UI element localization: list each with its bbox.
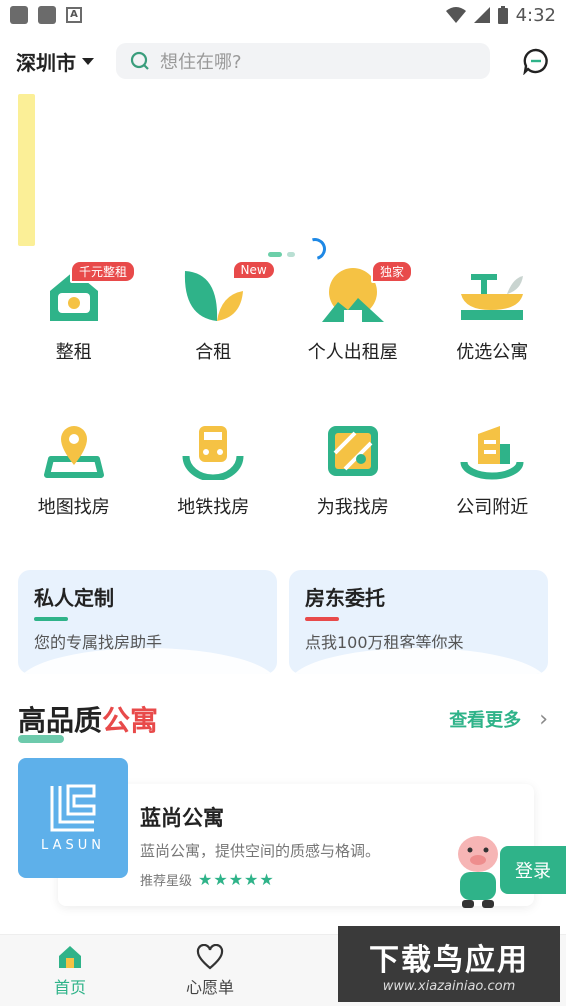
notification-a-icon: A [66, 7, 82, 23]
bowl-icon [457, 264, 527, 328]
tab-label: 心愿单 [185, 977, 234, 997]
banner-carousel[interactable] [0, 92, 566, 265]
subway-icon [178, 419, 248, 483]
notification-icon [10, 6, 28, 24]
section-title-b: 公寓 [102, 704, 159, 737]
clock: 4:32 [515, 4, 556, 26]
home-icon [59, 945, 81, 968]
badge: 独家 [371, 260, 414, 283]
lasun-logo-icon [50, 784, 96, 831]
map-icon [318, 419, 388, 483]
logo-text: LASUN [41, 837, 105, 853]
grid-item-shared-rent[interactable]: New 合租 [144, 260, 284, 415]
see-more-label: 查看更多 [449, 710, 522, 731]
section-title: 高品质公寓 [18, 699, 159, 743]
carousel-dot [268, 252, 282, 257]
status-right: 4:32 [445, 4, 556, 26]
chevron-right-icon: › [539, 706, 548, 732]
battery-icon [497, 6, 508, 24]
grid-item-label: 整租 [55, 342, 92, 363]
apartment-list: LASUN 蓝尚公寓 蓝尚公寓，提供空间的质感与格调。 推荐星级 ★★★★★ 登… [0, 758, 566, 908]
grid-item-whole-rent[interactable]: 千元整租 整租 [4, 260, 144, 415]
grid-item-label: 合租 [195, 342, 232, 363]
watermark-title: 下载鸟应用 [369, 942, 529, 978]
badge: 千元整租 [70, 260, 137, 283]
tab-label: 首页 [53, 977, 86, 997]
see-more-link[interactable]: 查看更多 › [449, 706, 548, 732]
grid-item-find-for-me[interactable]: 为我找房 [283, 415, 423, 570]
login-button[interactable]: 登录 [500, 846, 566, 894]
search-placeholder: 想住在哪? [160, 52, 242, 73]
city-label: 深圳市 [16, 50, 76, 75]
carousel-indicator [268, 252, 295, 257]
grid-item-map-search[interactable]: 地图找房 [4, 415, 144, 570]
search-input[interactable]: 想住在哪? [116, 43, 490, 79]
apartment-name: 蓝尚公寓 [140, 806, 224, 830]
grid-item-near-company[interactable]: 公司附近 [423, 415, 563, 570]
grid-item-personal-rental[interactable]: 独家 个人出租屋 [283, 260, 423, 415]
card-title: 私人定制 [34, 586, 114, 610]
landlord-entrust-card[interactable]: 房东委托 点我100万租客等你来 [289, 570, 548, 674]
grid-item-preferred-apartment[interactable]: 优选公寓 [423, 260, 563, 415]
pig-mascot-icon [458, 836, 498, 908]
grid-item-subway-search[interactable]: 地铁找房 [144, 415, 284, 570]
status-left-icons: A [10, 6, 82, 24]
banner-image [18, 94, 35, 246]
caret-down-icon [82, 57, 94, 65]
wifi-icon [445, 7, 466, 23]
watermark: 下载鸟应用 www.xiazainiao.com [338, 926, 560, 1002]
section-header: 高品质公寓 查看更多 › [0, 694, 566, 744]
grid-item-label: 公司附近 [456, 497, 529, 518]
top-bar: 深圳市 想住在哪? [0, 30, 566, 92]
watermark-url: www.xiazainiao.com [382, 978, 516, 994]
carousel-dot [287, 252, 295, 257]
custom-search-card[interactable]: 私人定制 您的专属找房助手 [18, 570, 277, 674]
building-icon [457, 419, 527, 483]
grid-item-label: 地铁找房 [177, 497, 250, 518]
search-icon [130, 51, 149, 70]
card-title: 房东委托 [305, 586, 385, 610]
signal-icon [473, 7, 490, 23]
apartment-logo: LASUN [18, 758, 128, 878]
chat-icon [523, 48, 548, 75]
card-underline [34, 617, 68, 621]
promo-cards: 私人定制 您的专属找房助手 房东委托 点我100万租客等你来 [0, 570, 566, 674]
apartment-rating: 推荐星级 ★★★★★ [140, 870, 275, 889]
city-selector[interactable]: 深圳市 [16, 47, 116, 76]
notification-icon [38, 6, 56, 24]
badge: New [231, 260, 276, 280]
grid-item-label: 个人出租屋 [307, 342, 398, 363]
category-grid: 千元整租 整租 New 合租 独家 个人出租屋 优选公寓 地图找房 地铁找房 为… [0, 260, 566, 570]
heart-icon [196, 943, 224, 969]
status-bar: A 4:32 [0, 0, 566, 30]
section-title-a: 高品质 [18, 704, 103, 737]
grid-item-label: 优选公寓 [456, 342, 529, 363]
grid-item-label: 地图找房 [37, 497, 110, 518]
tab-home[interactable]: 首页 [0, 935, 140, 1006]
map-pin-icon [39, 419, 109, 483]
card-underline [305, 617, 339, 621]
grid-item-label: 为我找房 [316, 497, 389, 518]
tab-wishlist[interactable]: 心愿单 [140, 935, 280, 1006]
rating-label: 推荐星级 [140, 874, 193, 889]
rating-stars: ★★★★★ [198, 870, 275, 889]
message-button[interactable] [490, 47, 550, 75]
apartment-desc: 蓝尚公寓，提供空间的质感与格调。 [140, 842, 381, 860]
